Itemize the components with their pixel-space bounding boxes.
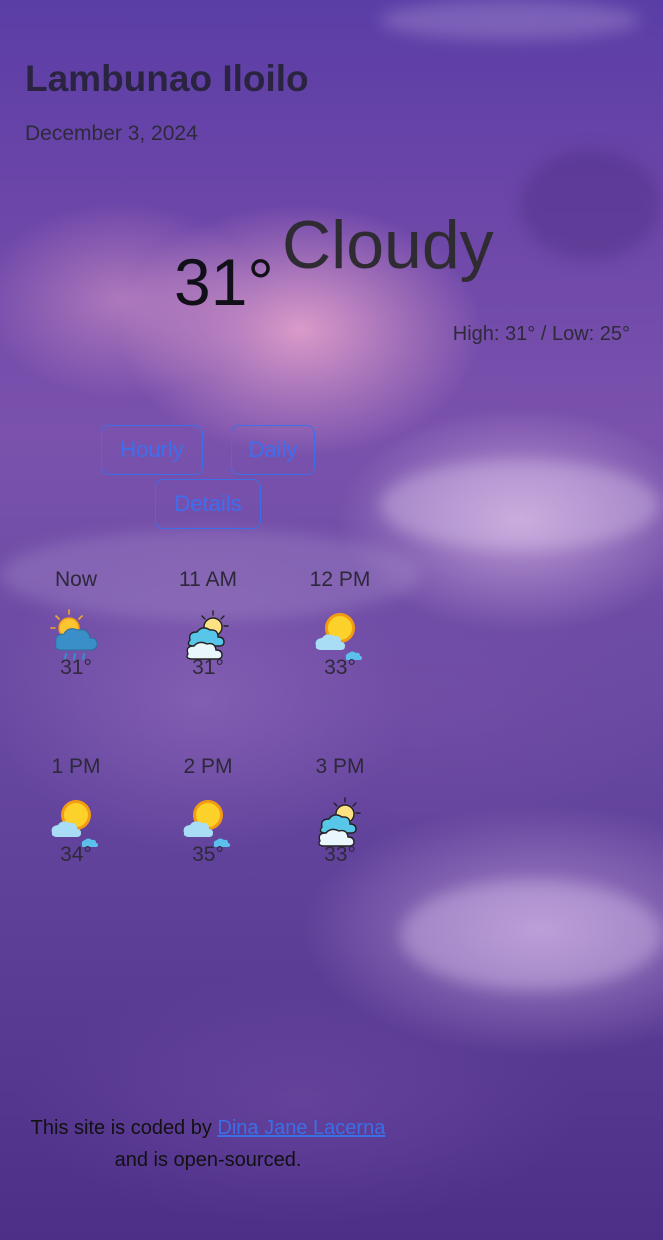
hourly-time: 2 PM <box>183 755 233 778</box>
tab-daily[interactable]: Daily <box>231 425 315 475</box>
author-link[interactable]: Dina Jane Lacerna <box>217 1117 385 1139</box>
hourly-time: 3 PM <box>315 755 365 778</box>
hourly-item: 3 PM 33° <box>285 755 395 867</box>
hourly-item: Now 31° <box>21 568 131 680</box>
current-date: December 3, 2024 <box>25 122 198 145</box>
hourly-temperature: 34° <box>60 843 92 866</box>
hourly-time: 11 AM <box>179 568 237 591</box>
current-temperature: 31° <box>174 245 274 319</box>
hourly-time: 12 PM <box>309 568 371 591</box>
hourly-temperature: 33° <box>324 843 356 866</box>
hourly-time: Now <box>54 568 97 591</box>
tab-hourly[interactable]: Hourly <box>101 425 203 475</box>
hourly-temperature: 31° <box>60 656 92 679</box>
hourly-temperature: 35° <box>192 843 224 866</box>
background-cloud <box>380 460 660 550</box>
hourly-temperature: 31° <box>192 656 224 679</box>
background-cloud <box>380 0 640 40</box>
background-cloud <box>520 150 660 260</box>
footer-suffix: and is open-sourced. <box>114 1149 302 1171</box>
hourly-item: 2 PM 35° <box>153 755 263 867</box>
high-low-temperature: High: 31° / Low: 25° <box>452 323 630 345</box>
footer-prefix: This site is coded by <box>30 1117 218 1139</box>
current-condition: Cloudy <box>282 207 494 283</box>
hourly-item: 11 AM 31° <box>153 568 263 680</box>
footer: This site is coded by Dina Jane Lacerna … <box>0 1112 416 1176</box>
background-cloud <box>400 880 663 990</box>
hourly-time: 1 PM <box>51 755 101 778</box>
tab-details[interactable]: Details <box>155 479 261 529</box>
hourly-item: 1 PM 34° <box>21 755 131 867</box>
hourly-temperature: 33° <box>324 656 356 679</box>
location-title: Lambunao Iloilo <box>25 58 309 99</box>
hourly-item: 12 PM 33° <box>285 568 395 680</box>
